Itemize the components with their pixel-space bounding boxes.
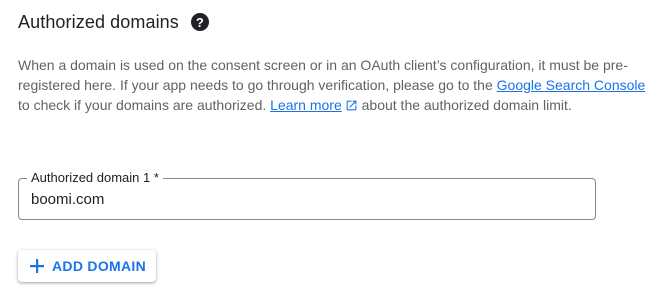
section-title: Authorized domains: [18, 11, 179, 32]
authorized-domain-1-field: Authorized domain 1 *: [18, 169, 596, 220]
open-in-new-icon: [346, 100, 357, 111]
section-description: When a domain is used on the consent scr…: [18, 55, 658, 115]
help-icon[interactable]: ?: [190, 13, 209, 31]
description-text-3: about the authorized domain limit.: [357, 97, 572, 113]
add-domain-button[interactable]: ADD DOMAIN: [18, 250, 156, 282]
learn-more-label: Learn more: [270, 97, 342, 113]
add-domain-label: ADD DOMAIN: [52, 258, 146, 274]
plus-icon: [30, 259, 44, 273]
authorized-domain-1-input[interactable]: [31, 179, 571, 219]
learn-more-link[interactable]: Learn more: [270, 97, 358, 113]
description-text-2: to check if your domains are authorized.: [18, 97, 271, 113]
title-row: Authorized domains ?: [18, 9, 209, 35]
google-search-console-link[interactable]: Google Search Console: [497, 77, 646, 93]
